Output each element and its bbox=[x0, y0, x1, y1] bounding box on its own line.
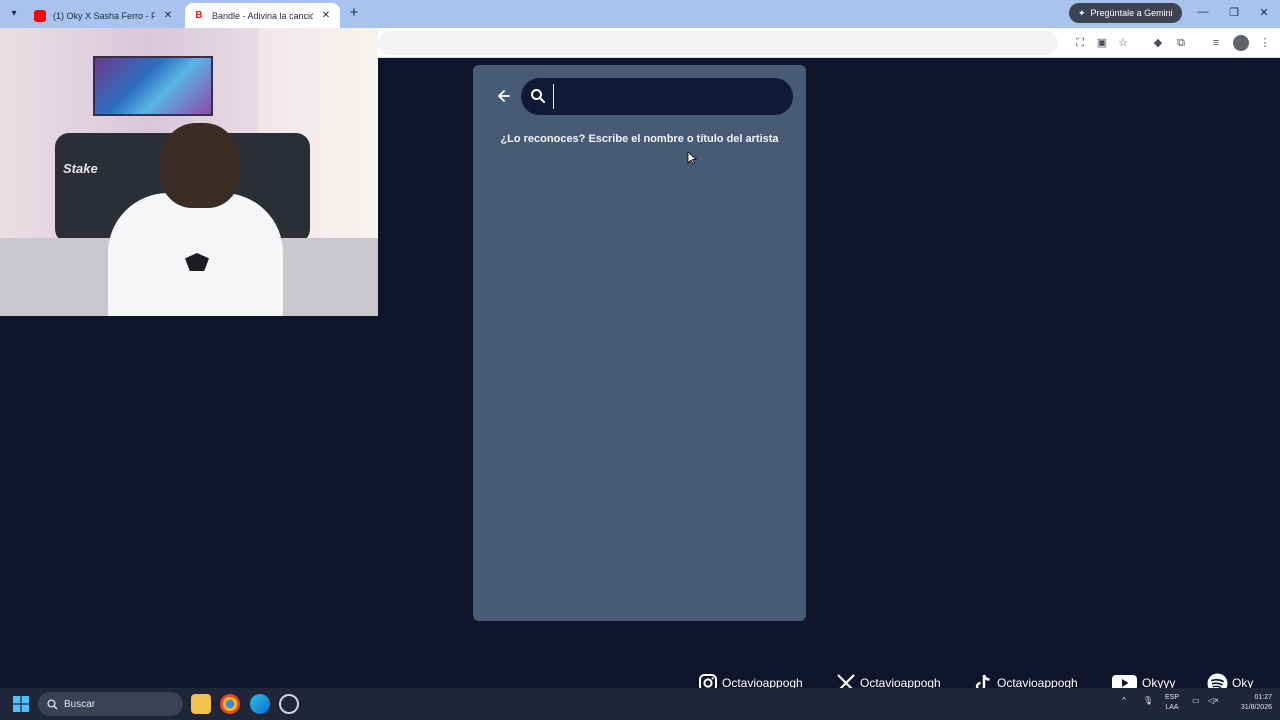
webcam-sofa-text: Stake bbox=[63, 161, 98, 176]
minimize-button[interactable]: — bbox=[1193, 6, 1213, 18]
webcam-person-head bbox=[160, 123, 240, 208]
language-indicator[interactable]: ESP LAA bbox=[1160, 693, 1184, 713]
windows-taskbar: Buscar ^ 🎙 ESP LAA ▭ ◁× 01:27 31/8/2026 bbox=[0, 688, 1280, 720]
gemini-button[interactable]: ✦ Pregúntale a Gemini bbox=[1069, 3, 1182, 23]
chrome-icon[interactable] bbox=[220, 694, 240, 714]
tab-bandle[interactable]: B Bandle - Adivina la canción, un ✕ bbox=[185, 3, 340, 28]
address-bar[interactable] bbox=[378, 31, 1058, 55]
menu-icon[interactable]: ⋮ bbox=[1257, 35, 1273, 51]
tray-chevron-icon[interactable]: ^ bbox=[1122, 696, 1126, 705]
taskbar-search-label: Buscar bbox=[64, 698, 96, 710]
browser-tab-bar: ▾ (1) Oky X Sasha Ferro - FANATI ✕ B Ban… bbox=[0, 0, 1280, 28]
youtube-icon bbox=[34, 9, 46, 22]
tab-search-chevron-icon[interactable]: ▾ bbox=[6, 6, 22, 22]
mouse-cursor-icon bbox=[687, 151, 697, 165]
close-icon[interactable]: ✕ bbox=[320, 10, 332, 21]
search-icon bbox=[47, 698, 58, 709]
system-clock[interactable]: 01:27 31/8/2026 bbox=[1222, 693, 1272, 713]
webcam-painting bbox=[93, 56, 213, 116]
obs-icon[interactable] bbox=[279, 694, 299, 714]
artist-search-input[interactable] bbox=[553, 84, 783, 109]
extension-badge-icon[interactable]: ◆ bbox=[1150, 35, 1166, 51]
translate-icon[interactable]: ⛶ bbox=[1072, 35, 1088, 51]
webcam-overlay: Stake bbox=[0, 28, 378, 316]
bandle-icon: B bbox=[193, 9, 205, 22]
bookmark-star-icon[interactable]: ☆ bbox=[1115, 35, 1131, 51]
windows-start-icon[interactable] bbox=[13, 696, 29, 712]
guess-prompt: ¿Lo reconoces? Escribe el nombre o títul… bbox=[500, 133, 779, 145]
file-explorer-icon[interactable] bbox=[191, 694, 211, 714]
restore-button[interactable]: ❐ bbox=[1224, 6, 1244, 19]
microphone-icon[interactable]: 🎙 bbox=[1143, 696, 1153, 705]
volume-muted-icon[interactable]: ◁× bbox=[1208, 696, 1219, 705]
search-icon bbox=[531, 89, 546, 104]
network-icon[interactable]: ▭ bbox=[1192, 696, 1200, 705]
close-icon[interactable]: ✕ bbox=[162, 10, 174, 21]
keyboard-layout: LAA bbox=[1165, 704, 1179, 711]
back-arrow-icon[interactable] bbox=[494, 86, 514, 106]
clock-date: 31/8/2026 bbox=[1240, 704, 1272, 711]
tab-title: (1) Oky X Sasha Ferro - FANATI bbox=[53, 10, 155, 21]
clock-time: 01:27 bbox=[1254, 694, 1272, 701]
install-app-icon[interactable]: ▣ bbox=[1094, 35, 1110, 51]
tab-youtube[interactable]: (1) Oky X Sasha Ferro - FANATI ✕ bbox=[26, 3, 182, 28]
game-card bbox=[473, 65, 806, 621]
gemini-label: Pregúntale a Gemini bbox=[1090, 8, 1173, 18]
close-window-button[interactable]: ✕ bbox=[1254, 6, 1274, 19]
profile-avatar[interactable] bbox=[1233, 35, 1249, 51]
edge-icon[interactable] bbox=[250, 694, 270, 714]
sparkle-icon: ✦ bbox=[1078, 7, 1086, 18]
tab-title: Bandle - Adivina la canción, un bbox=[212, 10, 313, 21]
new-tab-button[interactable]: + bbox=[346, 5, 362, 21]
media-controls-icon[interactable]: ≡ bbox=[1208, 35, 1224, 51]
extensions-icon[interactable]: ⧉ bbox=[1173, 35, 1189, 51]
taskbar-search[interactable]: Buscar bbox=[38, 692, 183, 716]
language-code: ESP bbox=[1164, 694, 1179, 701]
